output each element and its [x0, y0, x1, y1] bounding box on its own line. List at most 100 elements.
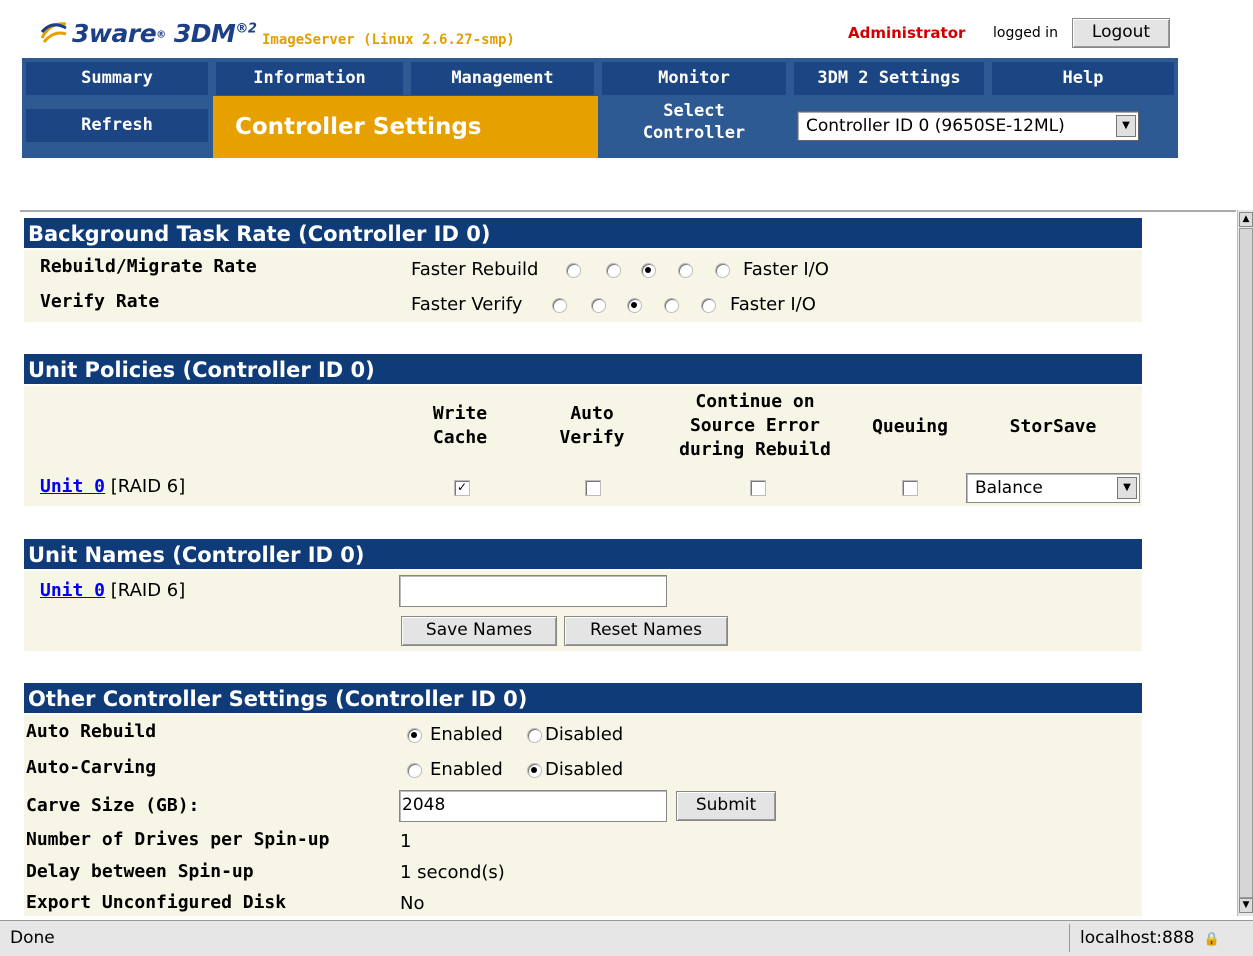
auto-verify-checkbox[interactable] — [585, 480, 601, 496]
status-host: localhost:888 🔒 — [1069, 924, 1249, 952]
section-header-unit-names: Unit Names (Controller ID 0) — [24, 539, 1142, 569]
status-text: Done — [10, 928, 55, 948]
auto-rebuild-disabled-label: Disabled — [545, 724, 624, 745]
col-auto-verify-line2: Verify — [559, 427, 625, 448]
auto-carving-enabled-label: Enabled — [430, 759, 503, 780]
unit-name-type: [RAID 6] — [110, 580, 186, 601]
scroll-thumb[interactable] — [1239, 228, 1253, 898]
queuing-checkbox[interactable] — [902, 480, 918, 496]
submit-button[interactable]: Submit — [676, 791, 776, 821]
section-header-other-settings: Other Controller Settings (Controller ID… — [24, 683, 1142, 713]
col-write-cache: Write Cache — [400, 402, 520, 450]
status-host-text: localhost:888 — [1080, 928, 1195, 948]
write-cache-checkbox[interactable]: ✓ — [454, 480, 470, 496]
select-controller-label: Select Controller — [602, 100, 786, 144]
verify-right-label: Faster I/O — [730, 294, 816, 315]
drives-per-spinup-value: 1 — [400, 831, 412, 852]
unit-name-input[interactable] — [399, 575, 667, 607]
storsave-select[interactable]: Balance ▼ — [966, 473, 1140, 503]
logout-button[interactable]: Logout — [1072, 18, 1170, 48]
drives-per-spinup-label: Number of Drives per Spin-up — [26, 829, 330, 850]
auto-rebuild-enabled-radio[interactable] — [407, 728, 422, 743]
scroll-up-arrow-icon[interactable]: ▲ — [1239, 212, 1253, 227]
verify-rate-radio-4[interactable] — [664, 298, 679, 313]
carve-size-input[interactable]: 2048 — [399, 790, 667, 822]
nav-3dm2-settings[interactable]: 3DM 2 Settings — [794, 62, 984, 95]
user-role: Administrator — [848, 24, 966, 42]
logged-in-text: logged in — [993, 25, 1058, 41]
export-disk-label: Export Unconfigured Disk — [26, 892, 287, 913]
col-continue-line1: Continue on — [695, 391, 815, 412]
rebuild-rate-radio-4[interactable] — [678, 263, 693, 278]
col-auto-verify: Auto Verify — [540, 402, 644, 450]
auto-rebuild-enabled-label: Enabled — [430, 724, 503, 745]
chevron-down-icon: ▼ — [1117, 477, 1137, 499]
section-header-unit-policies: Unit Policies (Controller ID 0) — [24, 354, 1142, 384]
controller-select-value: Controller ID 0 (9650SE-12ML) — [806, 116, 1065, 136]
unit-0-link[interactable]: Unit 0 — [40, 476, 105, 497]
auto-carving-disabled-label: Disabled — [545, 759, 624, 780]
verify-rate-label: Verify Rate — [40, 291, 160, 312]
nav-monitor[interactable]: Monitor — [602, 62, 786, 95]
rebuild-rate-radio-3[interactable] — [641, 263, 656, 278]
controller-select[interactable]: Controller ID 0 (9650SE-12ML) ▼ — [797, 111, 1139, 141]
reset-names-button[interactable]: Reset Names — [564, 616, 728, 646]
verify-rate-radio-2[interactable] — [591, 298, 606, 313]
logo-text: 3ware® 3DM®2 — [72, 19, 257, 48]
col-continue-on-error: Continue on Source Error during Rebuild — [660, 390, 850, 462]
content-area: Background Task Rate (Controller ID 0) R… — [20, 210, 1236, 916]
unit-type: [RAID 6] — [110, 476, 186, 497]
main-nav: Summary Information Management Monitor 3… — [22, 58, 1178, 158]
chevron-down-icon: ▼ — [1116, 115, 1136, 137]
export-disk-value: No — [400, 893, 425, 914]
auto-carving-disabled-radio[interactable] — [527, 763, 542, 778]
nav-help[interactable]: Help — [992, 62, 1174, 95]
col-continue-line2: Source Error — [689, 415, 821, 436]
nav-information[interactable]: Information — [216, 62, 403, 95]
lock-icon: 🔒 — [1203, 932, 1221, 947]
status-bar: Done localhost:888 🔒 — [0, 920, 1253, 956]
rebuild-rate-radio-5[interactable] — [715, 263, 730, 278]
auto-rebuild-disabled-radio[interactable] — [527, 728, 542, 743]
refresh-button[interactable]: Refresh — [26, 109, 208, 142]
save-names-button[interactable]: Save Names — [401, 616, 557, 646]
unit-0-name-link[interactable]: Unit 0 — [40, 580, 105, 601]
rebuild-rate-radio-2[interactable] — [606, 263, 621, 278]
logo: 3ware® 3DM®2 — [40, 14, 257, 54]
scroll-down-arrow-icon[interactable]: ▼ — [1239, 898, 1253, 913]
unit-name-row: Unit 0 [RAID 6] — [40, 580, 185, 601]
vertical-scrollbar[interactable]: ▲ ▼ — [1237, 210, 1253, 916]
col-continue-line3: during Rebuild — [679, 439, 831, 460]
select-controller-line2: Controller — [642, 123, 746, 143]
section-header-background-task: Background Task Rate (Controller ID 0) — [24, 218, 1142, 248]
server-name: ImageServer (Linux 2.6.27-smp) — [262, 32, 515, 48]
col-storsave: StorSave — [1009, 416, 1097, 437]
rebuild-right-label: Faster I/O — [743, 259, 829, 280]
nav-summary[interactable]: Summary — [26, 62, 208, 95]
auto-rebuild-label: Auto Rebuild — [26, 721, 157, 742]
col-queuing: Queuing — [872, 416, 948, 437]
col-auto-verify-line1: Auto — [570, 403, 614, 424]
delay-spinup-value: 1 second(s) — [400, 862, 505, 883]
rebuild-left-label: Faster Rebuild — [411, 259, 539, 280]
carve-size-label: Carve Size (GB): — [26, 795, 200, 816]
storsave-value: Balance — [975, 478, 1043, 498]
auto-carving-enabled-radio[interactable] — [407, 763, 422, 778]
rebuild-rate-label: Rebuild/Migrate Rate — [40, 256, 257, 277]
select-controller-line1: Select — [663, 101, 725, 121]
unit-policy-row: Unit 0 [RAID 6] — [40, 476, 185, 497]
verify-left-label: Faster Verify — [411, 294, 523, 315]
nav-management[interactable]: Management — [411, 62, 594, 95]
delay-spinup-label: Delay between Spin-up — [26, 861, 254, 882]
logo-swirl-icon — [40, 22, 67, 43]
col-write-cache-line1: Write — [432, 403, 488, 424]
auto-carving-label: Auto-Carving — [26, 757, 157, 778]
continue-on-error-checkbox[interactable] — [750, 480, 766, 496]
header-frame: 3ware® 3DM®2 ImageServer (Linux 2.6.27-s… — [0, 0, 1253, 207]
col-write-cache-line2: Cache — [432, 427, 488, 448]
verify-rate-radio-1[interactable] — [552, 298, 567, 313]
verify-rate-radio-5[interactable] — [701, 298, 716, 313]
verify-rate-radio-3[interactable] — [627, 298, 642, 313]
rebuild-rate-radio-1[interactable] — [566, 263, 581, 278]
current-page-tab: Controller Settings — [213, 96, 598, 158]
